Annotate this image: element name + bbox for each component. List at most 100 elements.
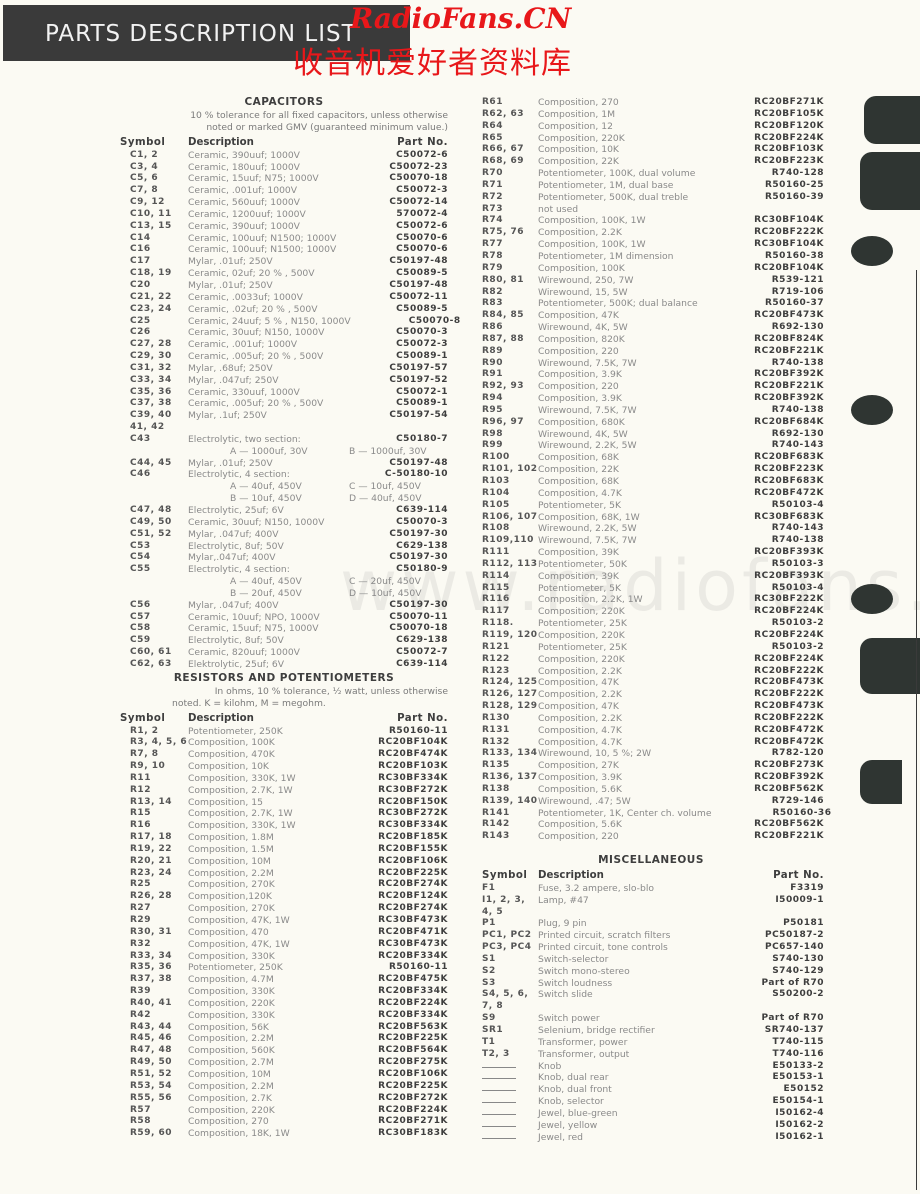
row-part-no: RC20BF824K	[754, 333, 824, 344]
row-part-no: I50162-2	[775, 1119, 824, 1130]
table-row: C58 Ceramic, 15uuf; N75, 1000V C50070-18	[120, 623, 448, 635]
table-row: R99 Wirewound, 2.2K, 5W R740-143	[478, 440, 824, 452]
row-part-no: RC20BF392K	[754, 369, 824, 380]
row-part-no: RC20BF225K	[378, 1080, 448, 1091]
resistors-table-right: R61 Composition, 270 RC20BF271K R62, 63 Comp…	[478, 97, 831, 843]
row-description: Plug, 9 pin	[538, 918, 587, 930]
row-symbol: C54	[130, 552, 151, 563]
row-symbol: C55	[130, 564, 151, 575]
row-part-no: RC20BF471K	[378, 926, 448, 937]
row-description: Ceramic, 10uuf; NPO, 1000V	[188, 611, 320, 623]
table-row: 7, 8	[478, 1001, 824, 1013]
table-row: R70 Potentiometer, 100K, dual volume R740-…	[478, 168, 824, 180]
table-row: R49, 50 Composition, 2.7M RC20BF275K	[120, 1057, 448, 1069]
table-row: C10, 11 Ceramic, 1200uuf; 1000V 570072-4	[120, 209, 448, 221]
row-part-no	[704, 1001, 824, 1013]
subsection-value: B — 1000uf, 30V	[349, 445, 427, 457]
row-description: Composition, 1.5M	[188, 843, 274, 855]
row-symbol: R106, 107	[482, 511, 538, 522]
table-row: C7, 8 Ceramic, .001uf; 1000V C50072-3	[120, 185, 448, 197]
row-description: Potentiometer, 1K, Center ch. volume	[538, 807, 712, 819]
row-part-no: RC20BF225K	[378, 867, 448, 878]
row-description: Composition, 2.2K	[538, 689, 622, 701]
row-part-no: R50103-2	[771, 618, 824, 629]
subsection-value: B — 10uf, 450V	[230, 493, 302, 505]
row-part-no: C50072-6	[396, 149, 448, 160]
row-part-no: RC20BF272K	[378, 1092, 448, 1103]
row-symbol	[478, 1120, 538, 1132]
row-part-no: RC30BF334K	[378, 820, 448, 831]
row-description: Composition, 18K, 1W	[188, 1128, 290, 1140]
row-description: Composition, 2.2K, 1W	[538, 594, 643, 606]
row-description: Composition, 270	[188, 1116, 269, 1128]
row-part-no: RC20BF334K	[378, 1009, 448, 1020]
row-part-no: C50070-6	[396, 244, 448, 255]
table-row: Jewel, red I50162-1	[478, 1132, 824, 1144]
row-symbol: C53	[130, 540, 151, 551]
table-row: I1, 2, 3, Lamp, #47 I50009-1	[478, 895, 824, 907]
table-row: R89 Composition, 220 RC20BF221K	[478, 346, 824, 358]
row-description: Composition, 270K	[188, 903, 275, 915]
row-description: Electrolytic, two section:	[188, 433, 301, 445]
binder-tab	[860, 760, 902, 804]
row-part-no: R50160-39	[764, 191, 824, 202]
row-description: Composition, 220K	[538, 132, 625, 144]
row-description: Composition, 220	[538, 831, 619, 843]
row-symbol: R17, 18	[130, 832, 173, 843]
table-row: R106, 107 Composition, 68K, 1W RC30BF683K	[478, 512, 824, 524]
row-symbol: C10, 11	[130, 208, 172, 219]
watermark-cn: 收音机爱好者资料库	[293, 46, 572, 81]
row-symbol: R116	[482, 594, 510, 605]
row-part-no: R50160-11	[388, 962, 448, 973]
row-description: Mylar, .1uf; 250V	[188, 410, 267, 422]
row-part-no: RC20BF275K	[378, 1057, 448, 1068]
row-description: Ceramic, 30uuf; N150, 1000V	[188, 327, 325, 339]
table-row: C9, 12 Ceramic, 560uuf; 1000V C50072-14	[120, 197, 448, 209]
row-symbol: C43	[130, 433, 151, 444]
row-part-no: C50072-3	[396, 185, 448, 196]
table-row: C14 Ceramic, 100uuf; N1500; 1000V C50070-6	[120, 233, 448, 245]
row-symbol: S3	[482, 977, 496, 988]
row-symbol: R111	[482, 547, 510, 558]
table-row: R117 Composition, 220K RC20BF224K	[478, 606, 824, 618]
row-part-no: RC20BF562K	[754, 819, 824, 830]
table-row: C59 Electrolytic, 8uf; 50V C629-138	[120, 635, 448, 647]
table-row: R20, 21 Composition, 10M RC20BF106K	[120, 856, 448, 868]
row-description: Composition, 2.2K	[538, 665, 622, 677]
row-part-no: R719-106	[771, 286, 824, 297]
row-symbol: C35, 36	[130, 386, 172, 397]
row-symbol: R80, 81	[482, 274, 525, 285]
table-row: S4, 5, 6, Switch slide S50200-2	[478, 989, 824, 1001]
row-part-no: C50070-18	[389, 623, 448, 634]
row-description	[538, 907, 704, 919]
row-symbol: R39	[130, 986, 151, 997]
row-symbol: R72	[482, 191, 503, 202]
row-description: Composition, 4.7K	[538, 724, 622, 736]
table-row: C53 Electrolytic, 8uf; 50V C629-138	[120, 541, 448, 553]
row-description: Composition, 5.6K	[538, 819, 622, 831]
left-column: CAPACITORS 10 % tolerance for all fixed …	[120, 96, 460, 1140]
row-part-no: R740-138	[771, 357, 824, 368]
row-description: Ceramic, .005uf; 20 % , 500V	[188, 398, 324, 410]
row-part-no: R50160-37	[764, 298, 824, 309]
table-row: R62, 63 Composition, 1M RC20BF105K	[478, 109, 824, 121]
row-part-no	[704, 204, 824, 216]
row-part-no: RC20BF106K	[378, 1068, 448, 1079]
table-row: R25 Composition, 270K RC20BF274K	[120, 879, 448, 891]
row-part-no: C50072-1	[396, 386, 448, 397]
row-description: Composition, 10M	[188, 1068, 271, 1080]
table-row: C49, 50 Ceramic, 30uuf; N150, 1000V C50070…	[120, 517, 448, 529]
row-description: Composition, 2.7K, 1W	[188, 808, 293, 820]
blank-symbol-line	[482, 1061, 516, 1068]
table-row: C47, 48 Electrolytic, 25uf; 6V C639-114	[120, 505, 448, 517]
row-description: Ceramic, .001uf; 1000V	[188, 185, 298, 197]
table-row: R71 Potentiometer, 1M, dual base R50160-25	[478, 180, 824, 192]
table-row: R79 Composition, 100K RC20BF104K	[478, 263, 824, 275]
row-part-no: RC20BF273K	[754, 760, 824, 771]
row-symbol: C13, 15	[130, 220, 172, 231]
row-symbol: R142	[482, 819, 510, 830]
row-part-no: R50103-3	[771, 558, 824, 569]
table-row: R43, 44 Composition, 56K RC20BF563K	[120, 1022, 448, 1034]
row-description: Composition, 68K	[538, 452, 619, 464]
table-row: R133, 134 Wirewound, 10, 5 %; 2W R782-120	[478, 748, 824, 760]
